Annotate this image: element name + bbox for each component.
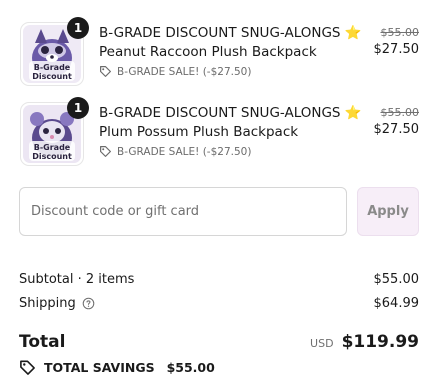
product-title-rest: Plum Possum Plush Backpack (99, 124, 299, 140)
product-info: B-GRADE DISCOUNT SNUG-ALONGS ⭐ Peanut Ra… (99, 24, 371, 78)
tag-icon (100, 66, 111, 77)
product-thumbnail: B-Grade Discount 1 (20, 17, 89, 86)
shipping-label: Shipping (19, 295, 76, 311)
line-discount: B-GRADE SALE! (-$27.50) (99, 65, 371, 78)
tag-icon (100, 146, 111, 157)
shipping-label-group: Shipping (19, 296, 95, 311)
discount-code-input[interactable] (19, 187, 347, 236)
quantity-badge: 1 (67, 97, 89, 119)
original-price: $55.00 (380, 26, 420, 39)
final-price: $27.50 (373, 42, 420, 57)
quantity-badge: 1 (67, 17, 89, 39)
product-title-rest: Peanut Raccoon Plush Backpack (99, 44, 317, 60)
savings-tag-icon (20, 360, 35, 375)
currency-code: USD (310, 337, 334, 350)
original-price: $55.00 (380, 106, 420, 119)
total-amount: $119.99 (341, 332, 419, 352)
cart-line-item: B-Grade Discount 1 B-GRADE DISCOUNT SNUG… (0, 97, 439, 170)
apply-button[interactable]: Apply (357, 187, 419, 236)
product-info: B-GRADE DISCOUNT SNUG-ALONGS ⭐ Plum Poss… (99, 104, 371, 158)
subtotal-label: Subtotal · 2 items (19, 271, 135, 287)
product-thumbnail: B-Grade Discount 1 (20, 97, 89, 166)
thumb-label-line1: B-Grade (34, 143, 71, 152)
discount-label: B-GRADE SALE! (-$27.50) (117, 65, 252, 78)
thumb-label-line1: B-Grade (34, 63, 71, 72)
product-title-main: B-GRADE DISCOUNT SNUG-ALONGS (99, 105, 341, 121)
total-amount-group: USD $119.99 (310, 332, 419, 352)
discount-label: B-GRADE SALE! (-$27.50) (117, 145, 252, 158)
total-row: Total USD $119.99 (19, 330, 419, 354)
product-title: B-GRADE DISCOUNT SNUG-ALONGS ⭐ Plum Poss… (99, 104, 371, 142)
discount-code-form: Apply (19, 187, 419, 236)
product-title: B-GRADE DISCOUNT SNUG-ALONGS ⭐ Peanut Ra… (99, 24, 371, 62)
product-title-main: B-GRADE DISCOUNT SNUG-ALONGS (99, 25, 341, 41)
thumb-label-line2: Discount (32, 72, 72, 81)
savings-label: TOTAL SAVINGS (44, 359, 155, 375)
total-savings: TOTAL SAVINGS $55.00 (19, 358, 215, 376)
thumb-label-line2: Discount (32, 152, 72, 161)
star-icon: ⭐ (344, 25, 362, 41)
shipping-value: $64.99 (373, 295, 420, 311)
total-label: Total (19, 332, 66, 352)
cart-line-item: B-Grade Discount 1 B-GRADE DISCOUNT SNUG… (0, 17, 439, 90)
subtotal-row: Subtotal · 2 items $55.00 (19, 270, 419, 288)
final-price: $27.50 (373, 122, 420, 137)
star-icon: ⭐ (344, 105, 362, 121)
shipping-row: Shipping $64.99 (19, 294, 419, 312)
line-prices: $55.00 $27.50 (374, 106, 420, 137)
line-discount: B-GRADE SALE! (-$27.50) (99, 145, 371, 158)
savings-value: $55.00 (166, 359, 215, 375)
help-circle-icon[interactable] (82, 297, 95, 310)
subtotal-value: $55.00 (373, 271, 420, 287)
line-prices: $55.00 $27.50 (374, 26, 420, 57)
